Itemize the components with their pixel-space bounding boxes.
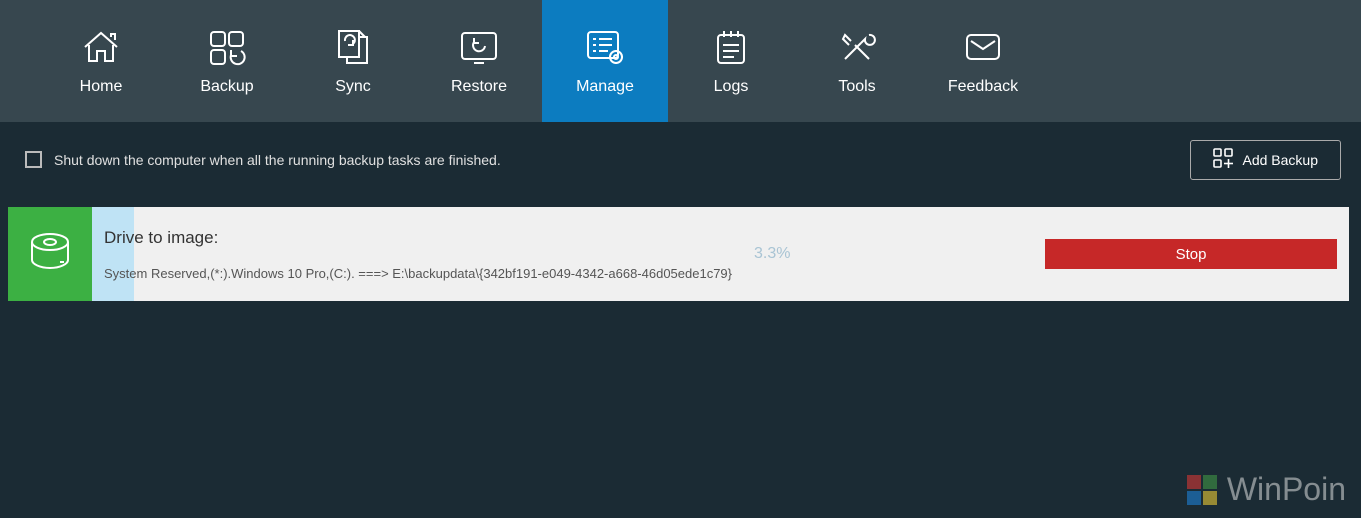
- nav-backup[interactable]: Backup: [164, 0, 290, 122]
- nav-tools[interactable]: Tools: [794, 0, 920, 122]
- toolbar: Shut down the computer when all the runn…: [0, 122, 1361, 197]
- drive-icon: [26, 230, 74, 279]
- nav-label: Backup: [200, 78, 253, 96]
- shutdown-checkbox[interactable]: [25, 151, 42, 168]
- restore-icon: [458, 26, 500, 68]
- nav-label: Tools: [838, 78, 875, 96]
- nav-label: Logs: [714, 78, 749, 96]
- nav-restore[interactable]: Restore: [416, 0, 542, 122]
- nav-logs[interactable]: Logs: [668, 0, 794, 122]
- manage-icon: [584, 26, 626, 68]
- add-backup-button[interactable]: Add Backup: [1190, 140, 1342, 180]
- watermark: WinPoin: [1187, 471, 1346, 508]
- nav-label: Restore: [451, 78, 507, 96]
- backup-icon: [206, 26, 248, 68]
- nav-home[interactable]: Home: [38, 0, 164, 122]
- watermark-text: WinPoin: [1227, 471, 1346, 508]
- nav-label: Manage: [576, 78, 634, 96]
- backup-task-card: Drive to image: System Reserved,(*:).Win…: [8, 207, 1349, 301]
- task-text: Drive to image: System Reserved,(*:).Win…: [134, 228, 1045, 281]
- task-progress-percent: 3.3%: [754, 245, 790, 263]
- top-nav: Home Backup Sync Restore: [0, 0, 1361, 122]
- logs-icon: [710, 26, 752, 68]
- shutdown-option[interactable]: Shut down the computer when all the runn…: [25, 151, 501, 168]
- nav-label: Home: [80, 78, 123, 96]
- feedback-icon: [962, 26, 1004, 68]
- shutdown-label: Shut down the computer when all the runn…: [54, 152, 501, 168]
- tools-icon: [836, 26, 878, 68]
- nav-label: Feedback: [948, 78, 1018, 96]
- task-detail: System Reserved,(*:).Windows 10 Pro,(C:)…: [104, 266, 1045, 281]
- task-body: Drive to image: System Reserved,(*:).Win…: [134, 207, 1349, 301]
- add-backup-icon: [1213, 148, 1233, 171]
- add-backup-label: Add Backup: [1243, 152, 1319, 168]
- task-title: Drive to image:: [104, 228, 1045, 248]
- task-progress-bar: [92, 207, 134, 301]
- nav-manage[interactable]: Manage: [542, 0, 668, 122]
- nav-label: Sync: [335, 78, 371, 96]
- sync-icon: [332, 26, 374, 68]
- home-icon: [80, 26, 122, 68]
- nav-feedback[interactable]: Feedback: [920, 0, 1046, 122]
- windows-logo-icon: [1187, 475, 1217, 505]
- stop-button[interactable]: Stop: [1045, 239, 1337, 269]
- nav-sync[interactable]: Sync: [290, 0, 416, 122]
- task-icon-block: [8, 207, 92, 301]
